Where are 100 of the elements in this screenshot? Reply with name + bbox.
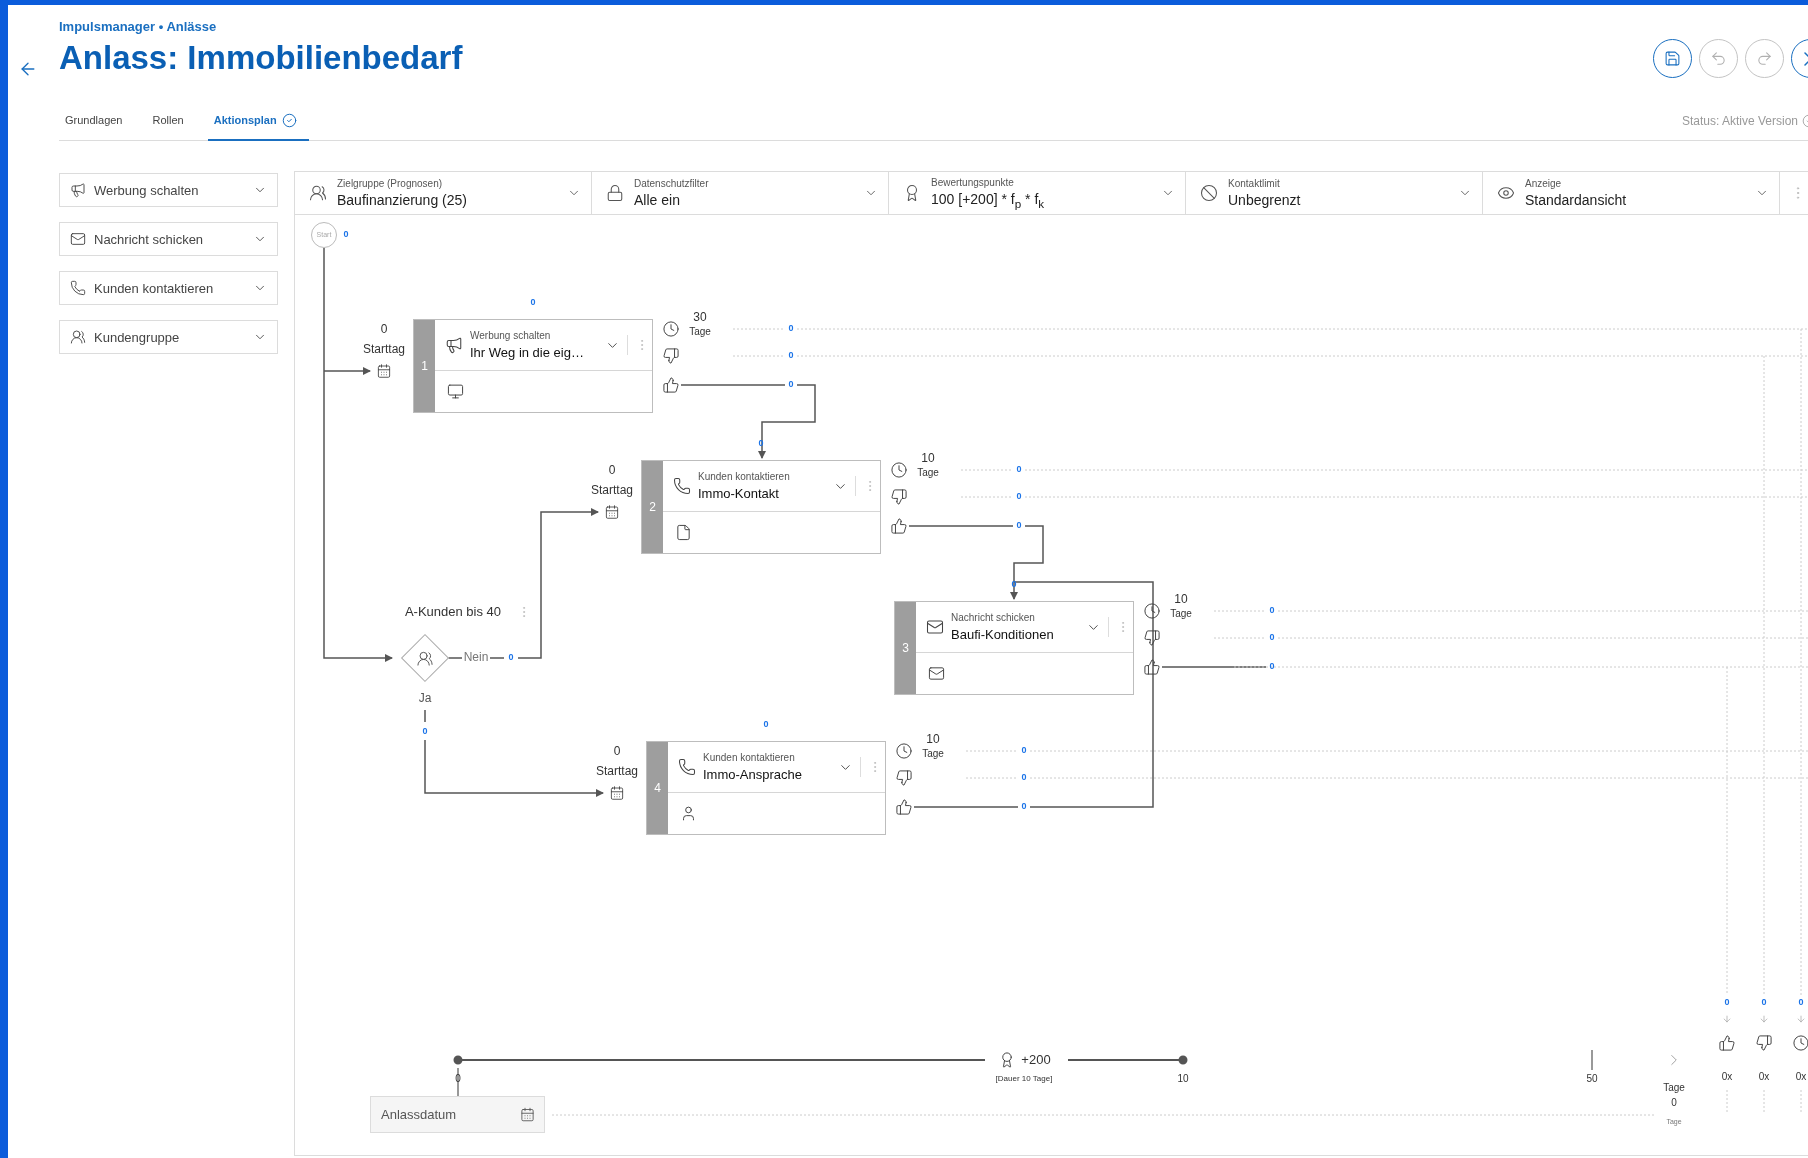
count-label: 0: [1016, 521, 1022, 531]
step-number: 2: [642, 461, 663, 553]
action-name: Baufi-Konditionen: [951, 627, 1055, 642]
redo-icon: [1756, 50, 1773, 67]
phone-icon: [70, 280, 86, 296]
timeout-unit: Tage: [689, 325, 711, 337]
count-label: 0: [1011, 580, 1017, 590]
timeout-value: 10: [926, 733, 940, 747]
reward-value: +200: [1021, 1052, 1051, 1068]
action-card[interactable]: 4 Kunden kontaktieren Immo-Ansprache: [646, 741, 886, 835]
palette-item[interactable]: Werbung schalten: [59, 173, 278, 207]
arrow-down-icon: [1759, 1014, 1769, 1024]
axis-label: 50: [1586, 1072, 1598, 1084]
palette-item[interactable]: Kunden kontaktieren: [59, 271, 278, 305]
palette-label: Nachricht schicken: [94, 231, 205, 247]
mail-icon: [928, 665, 945, 682]
calendar-icon[interactable]: [604, 504, 620, 520]
count-label: 0: [763, 720, 769, 730]
count-label: 0: [508, 653, 514, 663]
start-day-label: Starttag: [596, 765, 638, 779]
lock-icon: [606, 184, 624, 202]
count-label: 0: [1724, 998, 1730, 1008]
count-label: 0: [1016, 492, 1022, 502]
no-entry-icon: [1200, 184, 1218, 202]
count-label: 0: [422, 727, 428, 737]
thumbs-up-icon: [1718, 1034, 1736, 1052]
palette-item[interactable]: Nachricht schicken: [59, 222, 278, 256]
filter-label: Kontaktlimit: [1228, 178, 1281, 189]
palette-label: Kunden kontaktieren: [94, 280, 215, 296]
action-card[interactable]: 3 Nachricht schicken Baufi-Konditionen: [894, 601, 1134, 695]
count-label: 0: [788, 324, 794, 334]
action-card[interactable]: 1 Werbung schalten Ihr Weg in die eig…: [413, 319, 653, 413]
timeout-unit: Tage: [922, 747, 944, 759]
breadcrumb: Impulsmanager • Anlässe: [59, 19, 218, 35]
connector-line: [489, 657, 505, 659]
thumbs-down-icon: [890, 488, 908, 506]
branch-label: Nein: [463, 651, 489, 665]
filter-label: Datenschutzfilter: [634, 178, 710, 189]
timeout-unit: Tage: [917, 466, 939, 478]
thumbs-down-icon: [662, 347, 680, 365]
tab[interactable]: Grundlagen: [59, 101, 135, 141]
phone-icon: [678, 758, 696, 776]
clock-icon: [1792, 1034, 1808, 1052]
action-name: Immo-Ansprache: [703, 767, 803, 782]
megaphone-icon: [70, 182, 86, 198]
count-label: 0: [788, 380, 794, 390]
clock-icon: [1143, 602, 1161, 620]
clock-icon: [890, 461, 908, 479]
megaphone-icon: [445, 336, 463, 354]
filter-label: Bewertungspunkte: [931, 176, 1015, 188]
branch-label: Ja: [418, 692, 432, 706]
tab[interactable]: Aktionsplan: [207, 101, 309, 141]
arrow-down-icon: [1722, 1014, 1732, 1024]
total-count: 0x: [1721, 1070, 1733, 1082]
arrow-down-icon: [1796, 1014, 1806, 1024]
mail-icon: [70, 231, 86, 247]
duration-label: [Dauer 10 Tage]: [995, 1074, 1053, 1084]
action-type: Werbung schalten: [470, 330, 552, 341]
step-number: 1: [414, 320, 435, 412]
thumbs-down-icon: [895, 769, 913, 787]
start-day-value: 0: [608, 464, 616, 478]
timeout-value: 30: [693, 311, 707, 325]
count-label: 0: [1016, 465, 1022, 475]
count-label: 0: [1269, 633, 1275, 643]
timeout-value: 10: [1174, 593, 1188, 607]
step-number: 4: [647, 742, 668, 834]
save-icon: [1664, 50, 1681, 67]
status-text: Status: Aktive Version: [1681, 113, 1798, 128]
thumbs-up-icon: [890, 517, 908, 535]
palette-item[interactable]: Kundengruppe: [59, 320, 278, 354]
tab[interactable]: Rollen: [146, 101, 196, 141]
filter-label: Zielgruppe (Prognosen): [337, 178, 444, 189]
save-button[interactable]: [1653, 39, 1692, 78]
filter-value: 100 [+200] * f$_{p}$ * f$_{k}$: [931, 190, 1046, 210]
clock-icon: [895, 742, 913, 760]
start-day-value: 0: [380, 323, 388, 337]
count-label: 0: [343, 230, 349, 240]
total-count: 0x: [1795, 1070, 1807, 1082]
action-type: Kunden kontaktieren: [703, 752, 796, 763]
calendar-icon[interactable]: [609, 785, 625, 801]
document-icon: [675, 524, 692, 541]
check-circle-icon: [281, 112, 297, 128]
calendar-icon[interactable]: [520, 1107, 535, 1122]
count-label: 0: [1021, 773, 1027, 783]
action-card[interactable]: 2 Kunden kontaktieren Immo-Kontakt: [641, 460, 881, 554]
count-label: 0: [1269, 662, 1275, 672]
filter-value: Baufinanzierung (25): [337, 192, 468, 208]
date-field[interactable]: Anlassdatum: [370, 1096, 545, 1133]
page-title: Anlass: Immobilienbedarf: [59, 38, 463, 78]
count-label: 0: [1021, 802, 1027, 812]
mail-icon: [926, 618, 944, 636]
undo-icon: [1710, 50, 1727, 67]
timeout-value: 10: [921, 452, 935, 466]
calendar-icon[interactable]: [376, 363, 392, 379]
action-name: Immo-Kontakt: [698, 486, 780, 501]
thumbs-up-icon: [1143, 658, 1161, 676]
thumbs-down-icon: [1755, 1034, 1773, 1052]
tick-mark: [457, 1067, 459, 1097]
start-day-label: Starttag: [363, 343, 405, 357]
count-label: 0: [1021, 746, 1027, 756]
